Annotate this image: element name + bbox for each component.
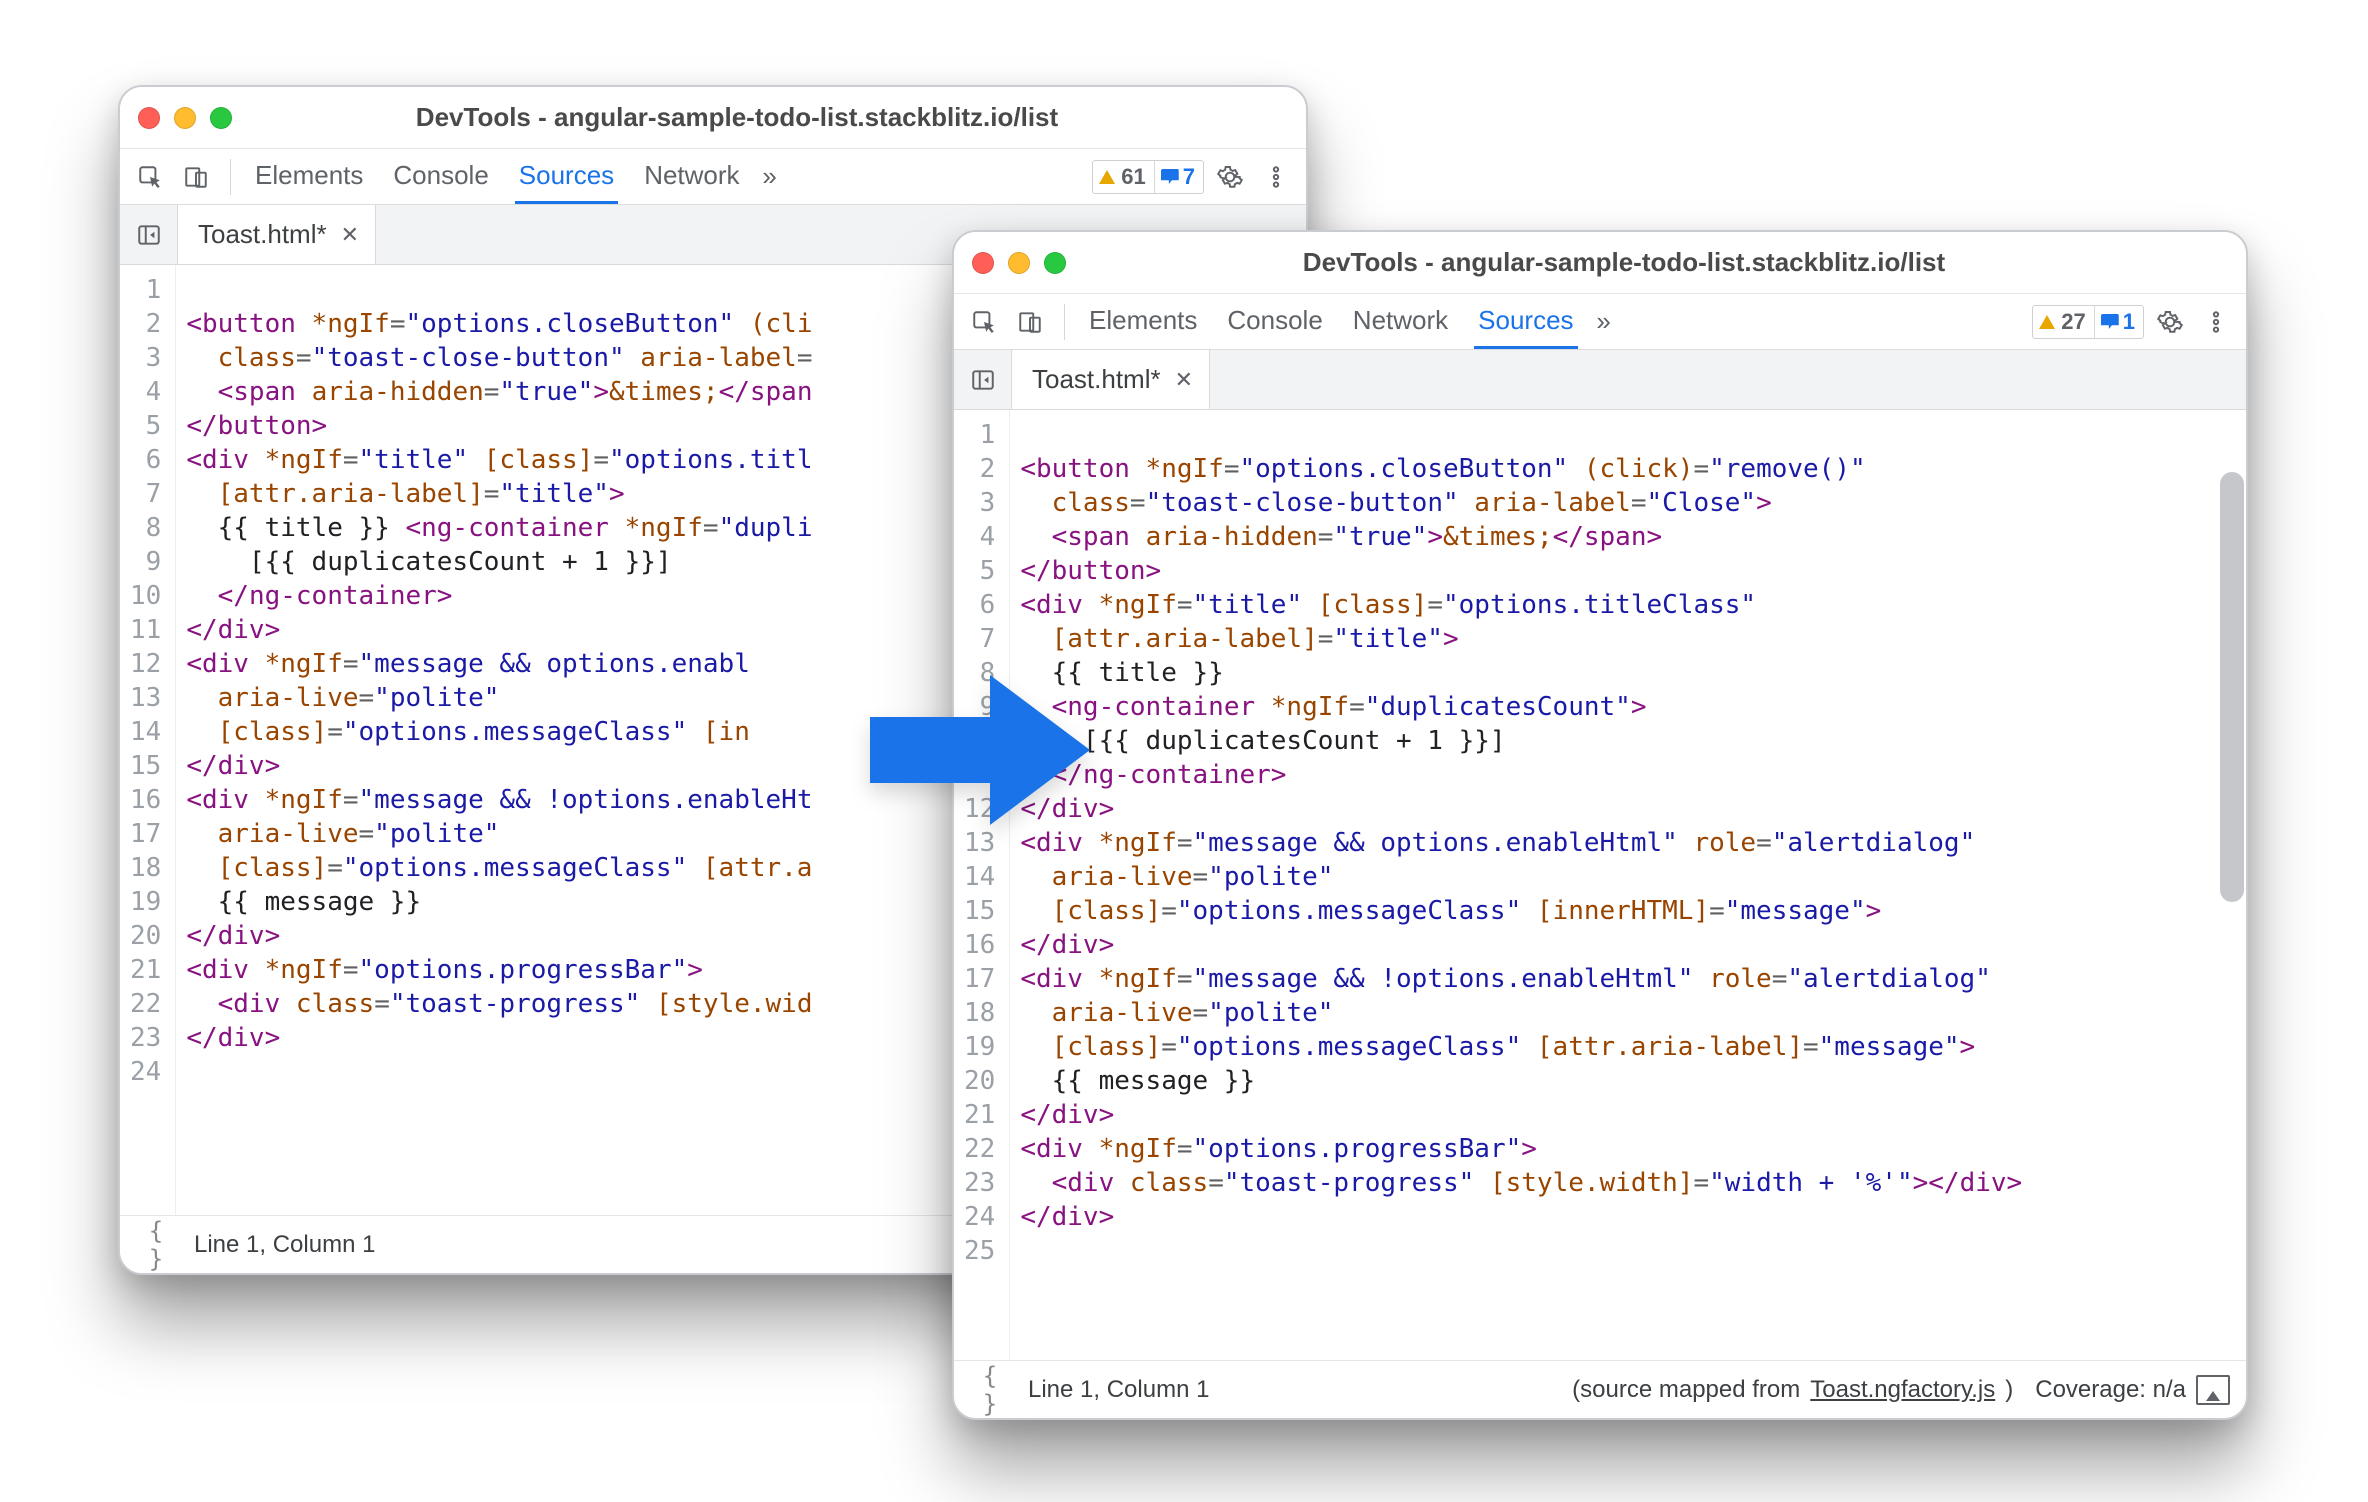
pretty-print-icon[interactable]: { } [970,1362,1010,1418]
vertical-scrollbar[interactable] [2220,472,2244,902]
file-tab-row: Toast.html* ✕ [954,350,2246,410]
pretty-print-icon[interactable]: { } [136,1217,176,1273]
kebab-menu-icon[interactable] [1256,157,1296,197]
code-content[interactable]: <button *ngIf="options.closeButton" (cli… [1010,410,2246,1360]
file-tab-label: Toast.html* [198,219,327,250]
window-title: DevTools - angular-sample-todo-list.stac… [246,102,1288,133]
titlebar: DevTools - angular-sample-todo-list.stac… [954,232,2246,294]
file-tab[interactable]: Toast.html* ✕ [1012,350,1210,409]
settings-icon[interactable] [2150,302,2190,342]
warning-icon [1099,170,1115,184]
device-toolbar-icon[interactable] [1010,302,1050,342]
cursor-position: Line 1, Column 1 [1028,1376,1209,1404]
kebab-menu-icon[interactable] [2196,302,2236,342]
panel-tabs: Elements Console Sources Network [245,149,744,204]
navigator-toggle-icon[interactable] [120,205,178,264]
info-badge[interactable]: 7 [1154,161,1203,193]
settings-icon[interactable] [1210,157,1250,197]
warning-icon [2039,315,2055,329]
traffic-lights [972,252,1066,274]
tab-console[interactable]: Console [389,149,492,204]
cursor-position: Line 1, Column 1 [194,1231,375,1259]
titlebar: DevTools - angular-sample-todo-list.stac… [120,87,1306,149]
issues-badge-group[interactable]: 27 1 [2032,305,2144,339]
zoom-window-button[interactable] [210,107,232,129]
traffic-lights [138,107,232,129]
devtools-toolbar: Elements Console Network Sources » 27 1 [954,294,2246,350]
warnings-count: 61 [1121,164,1145,190]
minimize-window-button[interactable] [174,107,196,129]
coverage-label: Coverage: n/a [2035,1376,2186,1404]
panel-tabs: Elements Console Network Sources [1079,294,1578,349]
device-toolbar-icon[interactable] [176,157,216,197]
tab-network[interactable]: Network [1349,294,1452,349]
info-badge[interactable]: 1 [2094,306,2143,338]
info-icon [2101,314,2119,329]
warnings-badge[interactable]: 61 [1093,161,1153,193]
code-editor[interactable]: 1234567891011121314151617181920212223242… [954,410,2246,1360]
close-window-button[interactable] [138,107,160,129]
navigator-toggle-icon[interactable] [954,350,1012,409]
drawer-toggle-icon[interactable] [2196,1375,2230,1405]
devtools-window-after: DevTools - angular-sample-todo-list.stac… [952,230,2248,1420]
more-tabs-icon[interactable]: » [750,157,790,197]
source-mapped-label: (source mapped from [1572,1376,1800,1404]
tab-sources[interactable]: Sources [1474,294,1577,349]
status-bar: { } Line 1, Column 1 (source mapped from… [954,1360,2246,1418]
line-number-gutter: 1234567891011121314151617181920212223242… [954,410,1010,1360]
tab-console[interactable]: Console [1223,294,1326,349]
inspect-element-icon[interactable] [130,157,170,197]
inspect-element-icon[interactable] [964,302,1004,342]
tab-network[interactable]: Network [640,149,743,204]
tab-elements[interactable]: Elements [251,149,367,204]
minimize-window-button[interactable] [1008,252,1030,274]
warnings-count: 27 [2061,309,2085,335]
window-title: DevTools - angular-sample-todo-list.stac… [1080,247,2228,278]
line-number-gutter: 123456789101112131415161718192021222324 [120,265,176,1215]
file-tab[interactable]: Toast.html* ✕ [178,205,376,264]
file-tab-label: Toast.html* [1032,364,1161,395]
info-count: 1 [2123,309,2135,335]
toolbar-separator [230,159,231,195]
close-window-button[interactable] [972,252,994,274]
warnings-badge[interactable]: 27 [2033,306,2093,338]
transition-arrow-icon [870,675,1090,825]
issues-badge-group[interactable]: 61 7 [1092,160,1204,194]
zoom-window-button[interactable] [1044,252,1066,274]
tab-elements[interactable]: Elements [1085,294,1201,349]
close-tab-icon[interactable]: ✕ [1175,367,1193,393]
info-count: 7 [1183,164,1195,190]
devtools-toolbar: Elements Console Sources Network » 61 7 [120,149,1306,205]
source-mapped-suffix: ) [2005,1376,2013,1404]
source-map-link[interactable]: Toast.ngfactory.js [1810,1376,1995,1404]
close-tab-icon[interactable]: ✕ [341,222,359,248]
more-tabs-icon[interactable]: » [1584,302,1624,342]
toolbar-separator [1064,304,1065,340]
tab-sources[interactable]: Sources [515,149,618,204]
info-icon [1161,169,1179,184]
